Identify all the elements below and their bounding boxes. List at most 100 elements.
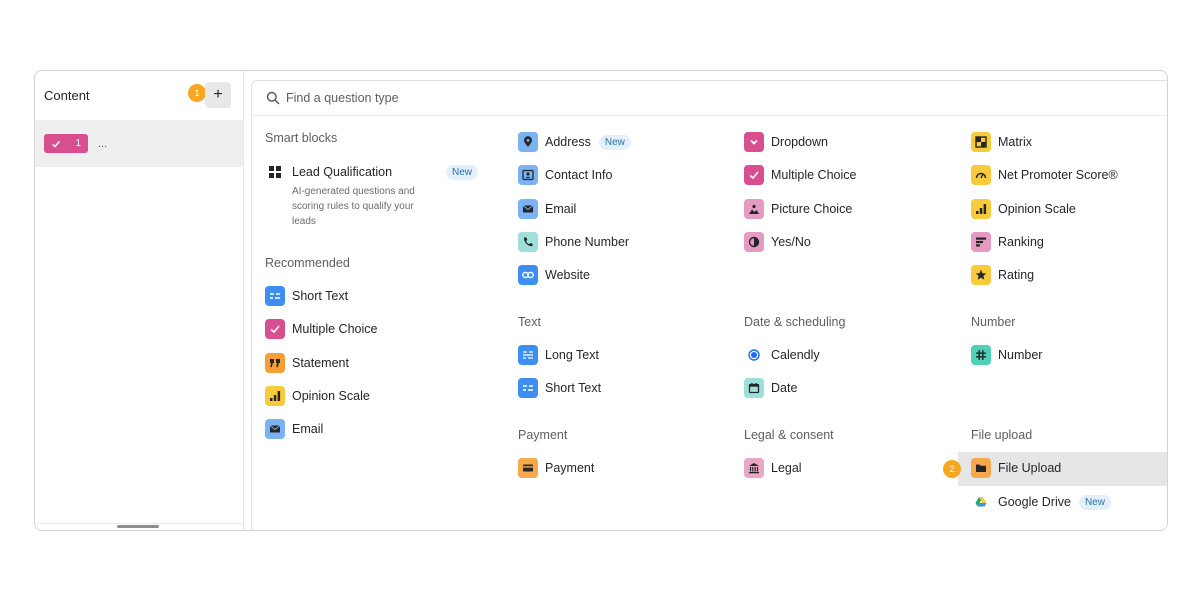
contact-info-item[interactable]: Contact Info (518, 163, 612, 187)
question-type-panel: Smart blocks Lead Qualification New AI-g… (251, 80, 1167, 530)
star-icon (971, 265, 991, 285)
recommended-opinion-scale[interactable]: Opinion Scale (265, 384, 370, 408)
item-label: Calendly (771, 348, 820, 362)
lead-qualification-description: AI-generated questions and scoring rules… (292, 186, 415, 227)
lead-qualification-item[interactable]: Lead Qualification New AI-generated ques… (265, 160, 479, 229)
yes-no-icon (744, 232, 764, 252)
calendly-icon (744, 345, 764, 365)
number-heading: Number (971, 315, 1016, 329)
search-icon (266, 91, 280, 105)
recommended-statement[interactable]: Statement (265, 351, 349, 375)
recommended-heading: Recommended (265, 256, 350, 270)
number-item[interactable]: Number (971, 343, 1042, 367)
search-bar (252, 81, 1167, 116)
recommended-email[interactable]: Email (265, 417, 323, 441)
link-icon (518, 265, 538, 285)
item-label: Contact Info (545, 168, 613, 182)
email-item[interactable]: Email (518, 197, 576, 221)
bars-icon (265, 386, 285, 406)
recommended-short-text[interactable]: Short Text (265, 284, 348, 308)
hash-icon (971, 345, 991, 365)
quote-icon (265, 353, 285, 373)
item-label: Opinion Scale (998, 202, 1076, 216)
folder-icon (971, 458, 991, 478)
item-label: Legal (771, 461, 802, 475)
phone-icon (518, 232, 538, 252)
text-heading: Text (518, 315, 541, 329)
bars-icon (971, 199, 991, 219)
item-label: Long Text (545, 348, 599, 362)
smart-blocks-heading: Smart blocks (265, 131, 338, 145)
google-drive-item[interactable]: Google Drive New (971, 490, 1111, 514)
item-label: Number (998, 348, 1043, 362)
short-text-icon (265, 286, 285, 306)
email-icon (518, 199, 538, 219)
date-scheduling-heading: Date & scheduling (744, 315, 846, 329)
matrix-icon (971, 132, 991, 152)
grid-icon (265, 162, 285, 182)
payment-item[interactable]: Payment (518, 456, 594, 480)
item-label: Ranking (998, 235, 1044, 249)
question-title: ... (98, 137, 108, 150)
item-label: Matrix (998, 135, 1033, 149)
question-number: 1 (75, 138, 81, 149)
phone-number-item[interactable]: Phone Number (518, 230, 629, 254)
chevron-down-icon (744, 132, 764, 152)
google-drive-icon (971, 492, 991, 512)
app-frame: Content 1 + 1 ... Smart blocks (34, 70, 1168, 531)
card-icon (518, 458, 538, 478)
long-text-item[interactable]: Long Text (518, 343, 599, 367)
matrix-item[interactable]: Matrix (971, 130, 1032, 154)
item-label: Picture Choice (771, 202, 853, 216)
picture-choice-item[interactable]: Picture Choice (744, 197, 852, 221)
file-upload-item[interactable]: File Upload (971, 456, 1061, 480)
item-label: Multiple Choice (292, 322, 378, 336)
contact-icon (518, 165, 538, 185)
address-item[interactable]: Address New (518, 130, 631, 154)
item-label: Phone Number (545, 235, 630, 249)
file-upload-heading: File upload (971, 428, 1033, 442)
item-label: Google Drive (998, 495, 1071, 509)
dropdown-item[interactable]: Dropdown (744, 130, 828, 154)
item-label: Yes/No (771, 235, 811, 249)
new-badge: New (598, 134, 631, 150)
ranking-item[interactable]: Ranking (971, 230, 1044, 254)
bank-icon (744, 458, 764, 478)
date-item[interactable]: Date (744, 376, 797, 400)
short-text-item[interactable]: Short Text (518, 376, 601, 400)
legal-consent-heading: Legal & consent (744, 428, 834, 442)
item-label: File Upload (998, 461, 1062, 475)
item-label: Statement (292, 356, 349, 370)
item-label: Payment (545, 461, 595, 475)
scrollbar-thumb[interactable] (117, 525, 159, 528)
recommended-multiple-choice[interactable]: Multiple Choice (265, 317, 377, 341)
short-text-icon (518, 378, 538, 398)
item-label: Multiple Choice (771, 168, 857, 182)
rating-item[interactable]: Rating (971, 263, 1034, 287)
legal-item[interactable]: Legal (744, 456, 802, 480)
search-input[interactable] (286, 91, 686, 105)
calendly-item[interactable]: Calendly (744, 343, 820, 367)
item-label: Dropdown (771, 135, 828, 149)
calendar-icon (744, 378, 764, 398)
item-label: Date (771, 381, 798, 395)
new-badge: New (1078, 494, 1111, 510)
yes-no-item[interactable]: Yes/No (744, 230, 811, 254)
net-promoter-score-item[interactable]: Net Promoter Score® (971, 163, 1118, 187)
email-icon (265, 419, 285, 439)
multiple-choice-item[interactable]: Multiple Choice (744, 163, 856, 187)
sidebar-question-item[interactable]: 1 ... (35, 120, 243, 167)
pin-icon (518, 132, 538, 152)
check-icon (52, 140, 60, 148)
website-item[interactable]: Website (518, 263, 590, 287)
new-badge: New (446, 165, 479, 180)
gauge-icon (971, 165, 991, 185)
ranking-icon (971, 232, 991, 252)
item-label: Address (545, 135, 591, 149)
opinion-scale-item[interactable]: Opinion Scale (971, 197, 1076, 221)
add-question-button[interactable]: + (205, 82, 231, 108)
step-badge: 1 (188, 84, 206, 102)
item-label: Net Promoter Score® (998, 168, 1118, 182)
lead-qualification-label: Lead Qualification (292, 165, 393, 179)
question-type-chip: 1 (44, 134, 88, 153)
